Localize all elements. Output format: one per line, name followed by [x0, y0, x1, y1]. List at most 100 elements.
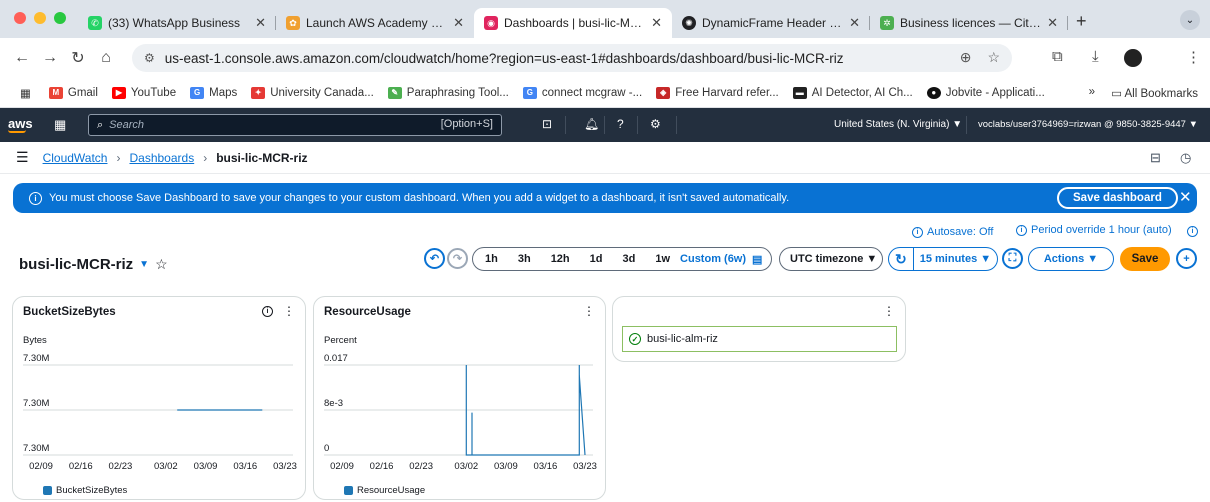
hamburger-menu-icon[interactable]: ☰: [16, 149, 29, 166]
breadcrumb-dashboards[interactable]: Dashboards: [129, 151, 194, 165]
range-1h[interactable]: 1h: [485, 253, 498, 265]
help-icon[interactable]: ?: [617, 117, 624, 131]
back-arrow-icon[interactable]: ←: [8, 49, 36, 67]
all-bookmarks-button[interactable]: ▭ All Bookmarks: [1111, 86, 1198, 100]
period-override-label: Period override 1 hour (auto): [1031, 224, 1172, 236]
browser-tab-business-licences[interactable]: ✲ Business licences — City of Vancouver …: [870, 8, 1068, 38]
widget-menu-icon[interactable]: ⋮: [583, 304, 595, 318]
widget-menu-icon[interactable]: ⋮: [883, 304, 895, 318]
bookmark-connect-mcgraw[interactable]: Gconnect mcgraw -...: [522, 86, 642, 99]
alarm-status-item[interactable]: ✓ busi-lic-alm-riz: [622, 326, 897, 352]
aws-search-input[interactable]: ⌕ Search [Option+S]: [88, 114, 502, 136]
address-bar[interactable]: ⚙ us-east-1.console.aws.amazon.com/cloud…: [132, 44, 1012, 72]
more-bookmarks-button[interactable]: »: [1089, 86, 1095, 100]
bookmark-maps[interactable]: G Maps: [190, 86, 237, 99]
period-override[interactable]: i Period override 1 hour (auto): [1016, 224, 1172, 236]
range-12h[interactable]: 12h: [551, 253, 570, 265]
reload-icon[interactable]: ↻: [64, 48, 92, 68]
widget-resource-usage[interactable]: ResourceUsage ⋮ Percent 0.017 8e-3 0 02/09 02…: [313, 296, 606, 500]
actions-dropdown[interactable]: Actions ▼: [1028, 247, 1114, 271]
refresh-icon[interactable]: ↻: [895, 251, 907, 268]
extensions-icon[interactable]: ⧉: [1052, 48, 1063, 65]
help-info-icon[interactable]: i: [1187, 226, 1198, 237]
clock-icon[interactable]: ◷: [1180, 150, 1191, 166]
autosave-toggle[interactable]: i Autosave: Off: [912, 226, 993, 238]
x-tick-label: 03/09: [194, 461, 218, 472]
x-tick-label: 03/23: [273, 461, 297, 472]
refresh-interval[interactable]: ↻ 15 minutes ▼: [888, 247, 998, 271]
banner-message: You must choose Save Dashboard to save y…: [49, 192, 790, 204]
breadcrumb: ☰ CloudWatch › Dashboards › busi-lic-MCR…: [0, 142, 1210, 174]
download-icon[interactable]: ⤓: [1092, 48, 1099, 65]
range-custom[interactable]: Custom (6w): [680, 253, 746, 265]
bookmark-ai-detector[interactable]: ▬ AI Detector, AI Ch...: [792, 86, 913, 99]
close-window-button[interactable]: [14, 12, 26, 24]
range-3h[interactable]: 3h: [518, 253, 531, 265]
zoom-window-button[interactable]: [54, 12, 66, 24]
close-tab-icon[interactable]: ✕: [453, 15, 464, 31]
menu-icon[interactable]: ⋮: [1186, 48, 1201, 66]
widget-bucket-size[interactable]: BucketSizeBytes i ⋮ Bytes 7.30M 7.30M 7.30M…: [12, 296, 306, 500]
info-icon: i: [29, 191, 42, 205]
aws-logo[interactable]: aws: [8, 117, 38, 133]
x-tick-label: 02/16: [69, 461, 93, 472]
close-icon[interactable]: ✕: [1179, 188, 1192, 206]
legend-label: ResourceUsage: [357, 485, 426, 496]
bookmark-university-canada[interactable]: ✦ University Canada...: [251, 86, 374, 99]
zoom-icon[interactable]: ⊕: [960, 49, 972, 66]
bookmark-harvard[interactable]: ◈ Free Harvard refer...: [656, 86, 779, 99]
add-widget-icon[interactable]: +: [1176, 248, 1197, 269]
youtube-icon: ▶: [111, 86, 126, 99]
redo-icon[interactable]: ↷: [447, 248, 468, 269]
save-dashboard-button[interactable]: Save dashboard: [1057, 187, 1178, 209]
profile-avatar[interactable]: [1124, 49, 1142, 67]
new-tab-button[interactable]: +: [1068, 11, 1095, 38]
folder-icon: ▭: [1111, 88, 1122, 100]
settings-gear-icon[interactable]: ⚙: [650, 117, 661, 131]
range-1w[interactable]: 1w: [655, 253, 670, 265]
browser-tab-dashboards[interactable]: ◉ Dashboards | busi-lic-MCR-riz ✕: [474, 8, 672, 38]
x-tick-label: 02/09: [29, 461, 53, 472]
close-tab-icon[interactable]: ✕: [849, 15, 860, 31]
bookmark-jobvite[interactable]: ● Jobvite - Applicati...: [926, 86, 1045, 99]
forward-arrow-icon[interactable]: →: [36, 49, 64, 67]
chart-legend: BucketSizeBytes: [43, 485, 127, 496]
region-selector[interactable]: United States (N. Virginia) ▼: [834, 119, 962, 130]
close-tab-icon[interactable]: ✕: [1047, 15, 1058, 31]
timezone-select[interactable]: UTC timezone ▼: [779, 247, 883, 271]
breadcrumb-cloudwatch[interactable]: CloudWatch: [43, 151, 108, 165]
undo-icon[interactable]: ↶: [424, 248, 445, 269]
calendar-icon[interactable]: ▤: [752, 253, 762, 266]
close-tab-icon[interactable]: ✕: [651, 15, 662, 31]
site-info-icon[interactable]: ⚙: [144, 51, 155, 65]
time-range-selector: 1h 3h 12h 1d 3d 1w Custom (6w) ▤: [472, 247, 772, 271]
close-tab-icon[interactable]: ✕: [255, 15, 266, 31]
bookmark-star-icon[interactable]: ☆: [987, 49, 1000, 66]
fullscreen-icon[interactable]: ⛶: [1002, 248, 1023, 269]
info-banner: i You must choose Save Dashboard to save…: [13, 183, 1197, 213]
divider: [676, 116, 677, 134]
paraphrasing-icon: ✎: [387, 86, 402, 99]
save-button[interactable]: Save: [1120, 247, 1170, 271]
range-3d[interactable]: 3d: [623, 253, 636, 265]
bookmark-youtube[interactable]: ▶ YouTube: [111, 86, 176, 99]
minimize-window-button[interactable]: [34, 12, 46, 24]
tab-search-chevron-icon[interactable]: ⌄: [1180, 10, 1200, 30]
browser-tab-aws-academy[interactable]: ✿ Launch AWS Academy Learner Lab ✕: [276, 8, 474, 38]
info-icon[interactable]: i: [262, 306, 273, 317]
browser-tab-dynamicframe[interactable]: ✺ DynamicFrame Header Issue ✕: [672, 8, 870, 38]
cloudshell-icon[interactable]: ⊡: [542, 117, 552, 131]
bookmark-paraphrasing[interactable]: ✎ Paraphrasing Tool...: [387, 86, 509, 99]
bookmark-gmail[interactable]: M Gmail: [48, 86, 98, 99]
widget-menu-icon[interactable]: ⋮: [283, 304, 295, 318]
range-1d[interactable]: 1d: [590, 253, 603, 265]
notifications-bell-icon[interactable]: 🔔︎: [584, 117, 599, 131]
account-menu[interactable]: voclabs/user3764969=rizwan @ 9850-3825-9…: [978, 119, 1198, 130]
openai-icon: ✺: [682, 16, 696, 30]
services-grid-icon[interactable]: ▦: [54, 117, 66, 133]
apps-grid-icon[interactable]: ▦: [20, 86, 31, 100]
notifications-panel-icon[interactable]: ⊟: [1150, 150, 1161, 166]
browser-tab-whatsapp[interactable]: ✆ (33) WhatsApp Business ✕: [78, 8, 276, 38]
widget-alarm-status[interactable]: ⋮ ✓ busi-lic-alm-riz: [612, 296, 906, 362]
home-icon[interactable]: ⌂: [92, 49, 120, 67]
